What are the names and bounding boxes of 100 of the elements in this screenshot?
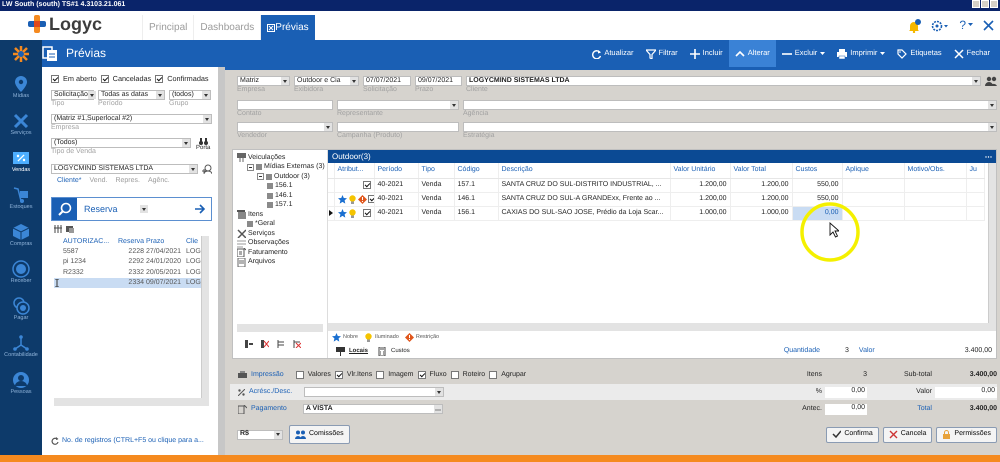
node-icon — [266, 174, 272, 180]
checkbox[interactable] — [155, 75, 164, 84]
search-icon[interactable] — [58, 202, 72, 216]
close-icon[interactable] — [983, 20, 994, 31]
page-title: Prévias — [66, 46, 106, 60]
grid-title: Outdoor(3) — [332, 152, 371, 162]
scrollbar[interactable] — [201, 236, 209, 398]
checkbox[interactable] — [376, 370, 384, 379]
input-field[interactable] — [237, 100, 333, 110]
billing-icon — [237, 248, 246, 258]
printer-icon — [238, 371, 247, 379]
tab[interactable]: Prévias — [260, 15, 315, 40]
tag-icon — [897, 48, 908, 58]
map-pin-icon[interactable] — [12, 75, 30, 93]
scrollbar[interactable] — [54, 398, 209, 406]
filter-icon — [646, 48, 656, 58]
checkbox[interactable] — [362, 209, 370, 217]
highlight-ring — [800, 202, 860, 262]
caret-icon[interactable] — [435, 388, 444, 396]
document-icon — [42, 46, 58, 62]
collapse-icon[interactable] — [257, 173, 264, 180]
billboard-icon — [336, 346, 345, 356]
help-button[interactable]: ? — [959, 18, 973, 32]
caret-icon[interactable] — [140, 205, 148, 214]
calculator-icon — [378, 346, 388, 356]
person-icon[interactable] — [12, 371, 30, 389]
node-icon — [267, 192, 273, 199]
scrollbar[interactable] — [988, 163, 996, 323]
input-field[interactable] — [337, 122, 459, 132]
plus-icon — [690, 48, 700, 58]
caret-icon[interactable] — [274, 430, 282, 438]
tab-icon — [267, 24, 276, 32]
caret-icon[interactable] — [350, 77, 358, 85]
tree-expand-icon[interactable] — [245, 340, 253, 348]
text-cursor-icon — [55, 278, 59, 287]
checkbox[interactable] — [362, 181, 370, 189]
caret-icon — [880, 52, 886, 56]
tools-icon — [237, 229, 246, 238]
checkbox[interactable] — [51, 75, 59, 84]
people-icon[interactable] — [985, 76, 997, 86]
caret-icon[interactable] — [88, 91, 96, 100]
caret-icon[interactable] — [202, 91, 210, 100]
collapse-icon[interactable] — [247, 164, 254, 171]
caret-icon[interactable] — [324, 123, 332, 131]
tree-remove-icon[interactable] — [261, 340, 269, 348]
node-icon — [247, 221, 253, 228]
percent-icon — [238, 388, 245, 396]
printer-icon — [837, 48, 848, 58]
person-search-icon[interactable] — [202, 164, 212, 174]
coins-icon[interactable] — [12, 297, 30, 315]
checkbox[interactable] — [418, 370, 426, 379]
node-icon — [256, 164, 262, 170]
light-bulb-icon — [364, 333, 373, 342]
payment-icon — [238, 404, 247, 414]
percent-icon[interactable] — [12, 149, 30, 167]
caret-icon[interactable] — [189, 165, 197, 174]
caret-icon[interactable] — [182, 139, 190, 148]
binoculars-icon[interactable] — [198, 138, 208, 146]
checkbox[interactable] — [450, 370, 459, 379]
settings-icon[interactable] — [931, 20, 950, 32]
people-icon — [295, 430, 306, 439]
branch-icon[interactable] — [12, 334, 30, 352]
tree-delete-icon[interactable] — [293, 340, 301, 348]
checkbox[interactable] — [334, 370, 343, 379]
caret-icon[interactable] — [988, 123, 996, 131]
logo-icon — [28, 15, 46, 33]
checkbox[interactable] — [489, 370, 498, 379]
refresh-icon — [591, 48, 602, 58]
stack-icon — [237, 210, 246, 220]
caret-icon — [968, 23, 973, 28]
caret-icon[interactable] — [972, 77, 980, 85]
checkbox[interactable] — [100, 75, 109, 84]
file-icon — [237, 258, 246, 267]
scrollbar[interactable] — [237, 324, 323, 332]
box-icon[interactable] — [12, 223, 30, 241]
caret-icon[interactable] — [450, 101, 458, 109]
node-icon — [267, 202, 273, 208]
coin-icon[interactable] — [12, 260, 30, 278]
search-field-select[interactable]: Reserva — [77, 204, 148, 215]
scrollbar[interactable] — [328, 323, 996, 331]
refresh-icon[interactable] — [51, 436, 59, 445]
star-icon — [332, 333, 341, 342]
ellipsis-icon[interactable] — [434, 405, 442, 413]
mouse-pointer-icon — [829, 222, 839, 238]
caret-icon[interactable] — [156, 91, 164, 100]
hand-truck-icon[interactable] — [12, 186, 30, 204]
bell-icon[interactable] — [907, 18, 922, 32]
chevron-up-icon — [734, 48, 745, 58]
checkbox[interactable] — [296, 370, 304, 379]
columns-icon[interactable] — [54, 225, 62, 234]
grid-export-icon[interactable] — [66, 225, 74, 234]
logo-icon — [12, 44, 30, 62]
close-icon — [888, 430, 898, 439]
tree-list-icon[interactable] — [277, 340, 285, 348]
warning-icon — [404, 333, 414, 342]
arrow-right-icon[interactable] — [195, 204, 206, 214]
caret-icon[interactable] — [988, 101, 996, 109]
caret-icon[interactable] — [203, 115, 211, 124]
tools-icon[interactable] — [12, 112, 30, 130]
caret-icon[interactable] — [281, 77, 289, 85]
